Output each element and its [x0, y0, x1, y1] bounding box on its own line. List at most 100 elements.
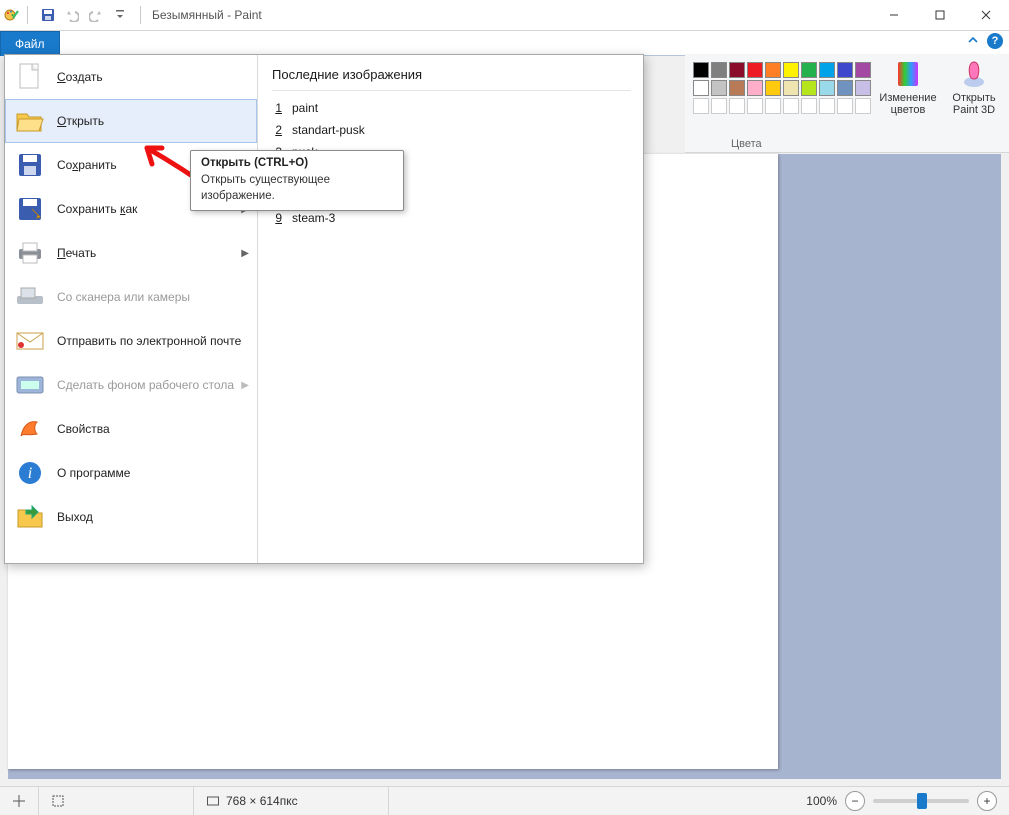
- color-swatch-empty[interactable]: [729, 98, 745, 114]
- color-swatch-empty[interactable]: [693, 98, 709, 114]
- color-swatch[interactable]: [783, 80, 799, 96]
- canvas-size-icon: [206, 794, 220, 808]
- color-swatch[interactable]: [729, 62, 745, 78]
- file-menu-print[interactable]: Печать▶: [5, 231, 257, 275]
- statusbar-cursor: [0, 787, 39, 815]
- color-swatch[interactable]: [855, 80, 871, 96]
- statusbar-selection: [39, 787, 194, 815]
- file-menu-create[interactable]: Создать: [5, 55, 257, 99]
- color-swatch[interactable]: [783, 62, 799, 78]
- color-swatch[interactable]: [801, 80, 817, 96]
- color-swatch-empty[interactable]: [855, 98, 871, 114]
- separator: [140, 6, 141, 24]
- zoom-slider-thumb[interactable]: [917, 793, 927, 809]
- paint-app-icon: [4, 7, 20, 23]
- file-menu-props[interactable]: Свойства: [5, 407, 257, 451]
- color-swatch[interactable]: [837, 62, 853, 78]
- recent-item[interactable]: 2standart-pusk: [272, 119, 631, 141]
- open-paint3d-label: Открыть Paint 3D: [945, 92, 1003, 116]
- color-swatch-empty[interactable]: [747, 98, 763, 114]
- color-swatch[interactable]: [765, 80, 781, 96]
- save-icon: [15, 150, 45, 180]
- open-paint3d-button[interactable]: Открыть Paint 3D: [945, 58, 1003, 116]
- ribbon-tabstrip: Файл ?: [0, 31, 1009, 56]
- paint3d-icon: [958, 58, 990, 90]
- color-swatch-empty[interactable]: [765, 98, 781, 114]
- statusbar-size: 768 × 614пкс: [194, 787, 389, 815]
- statusbar-filesize: [389, 787, 553, 815]
- color-swatch[interactable]: [711, 80, 727, 96]
- open-icon: [15, 106, 45, 136]
- color-swatch[interactable]: [855, 62, 871, 78]
- colors-group-label: Цвета: [731, 138, 762, 150]
- recent-item[interactable]: 1paint: [272, 97, 631, 119]
- collapse-ribbon-icon[interactable]: [967, 34, 979, 49]
- cursor-pos-icon: [12, 794, 26, 808]
- zoom-controls: 100% − +: [794, 791, 1009, 811]
- qat-dropdown-icon[interactable]: [109, 4, 131, 26]
- statusbar: 768 × 614пкс 100% − +: [0, 786, 1009, 815]
- tooltip: Открыть (CTRL+O) Открыть существующее из…: [190, 150, 404, 211]
- file-menu-send[interactable]: Отправить по электронной почте: [5, 319, 257, 363]
- tooltip-title: Открыть (CTRL+O): [201, 157, 393, 169]
- color-swatch[interactable]: [693, 80, 709, 96]
- scanner-icon: [15, 282, 45, 312]
- edit-colors-label: Изменение цветов: [879, 92, 937, 116]
- file-menu-scanner: Со сканера или камеры: [5, 275, 257, 319]
- about-icon: i: [15, 458, 45, 488]
- help-icon[interactable]: ?: [987, 33, 1003, 49]
- color-swatch-empty[interactable]: [711, 98, 727, 114]
- file-menu-about[interactable]: iО программе: [5, 451, 257, 495]
- file-menu-label: Открыть: [57, 114, 104, 128]
- wallpaper-icon: [15, 370, 45, 400]
- edit-colors-icon: [892, 58, 924, 90]
- ribbon-colors-group: Изменение цветов Открыть Paint 3D Цвета: [685, 54, 1009, 153]
- minimize-button[interactable]: [871, 0, 917, 30]
- file-menu-label: Со сканера или камеры: [57, 290, 190, 304]
- window-title: Безымянный - Paint: [146, 8, 262, 22]
- color-swatch[interactable]: [711, 62, 727, 78]
- color-swatch[interactable]: [837, 80, 853, 96]
- recent-index: 9: [272, 211, 282, 225]
- color-swatch-empty[interactable]: [819, 98, 835, 114]
- color-swatch[interactable]: [747, 80, 763, 96]
- color-swatch[interactable]: [765, 62, 781, 78]
- window-controls: [871, 0, 1009, 30]
- file-menu-label: Отправить по электронной почте: [57, 334, 241, 348]
- send-icon: [15, 326, 45, 356]
- file-menu-open[interactable]: Открыть: [5, 99, 257, 143]
- file-tab[interactable]: Файл: [0, 31, 60, 56]
- recent-title: Последние изображения: [272, 63, 631, 91]
- color-swatch[interactable]: [747, 62, 763, 78]
- redo-icon[interactable]: [85, 4, 107, 26]
- zoom-slider[interactable]: [873, 799, 969, 803]
- zoom-in-button[interactable]: +: [977, 791, 997, 811]
- close-button[interactable]: [963, 0, 1009, 30]
- color-palette: [693, 58, 871, 114]
- zoom-value: 100%: [806, 794, 837, 808]
- file-menu-label: Сохранить: [57, 158, 117, 172]
- file-menu-exit[interactable]: Выход: [5, 495, 257, 539]
- color-swatch[interactable]: [729, 80, 745, 96]
- color-swatch[interactable]: [819, 62, 835, 78]
- edit-colors-button[interactable]: Изменение цветов: [879, 58, 937, 116]
- color-swatch-empty[interactable]: [783, 98, 799, 114]
- color-swatch[interactable]: [801, 62, 817, 78]
- zoom-out-button[interactable]: −: [845, 791, 865, 811]
- undo-icon[interactable]: [61, 4, 83, 26]
- selection-size-icon: [51, 794, 65, 808]
- color-swatch-empty[interactable]: [837, 98, 853, 114]
- save-icon[interactable]: [37, 4, 59, 26]
- color-swatch[interactable]: [819, 80, 835, 96]
- file-menu-label: Выход: [57, 510, 93, 524]
- color-swatch[interactable]: [693, 62, 709, 78]
- titlebar: Безымянный - Paint: [0, 0, 1009, 31]
- file-menu-label: Сохранить как: [57, 202, 137, 216]
- color-swatch-empty[interactable]: [801, 98, 817, 114]
- file-menu-label: Создать: [57, 70, 103, 84]
- save_as-icon: [15, 194, 45, 224]
- recent-name: steam-3: [292, 211, 335, 225]
- maximize-button[interactable]: [917, 0, 963, 30]
- recent-name: paint: [292, 101, 318, 115]
- file-menu-recent-panel: Последние изображения 1paint2standart-pu…: [258, 55, 643, 563]
